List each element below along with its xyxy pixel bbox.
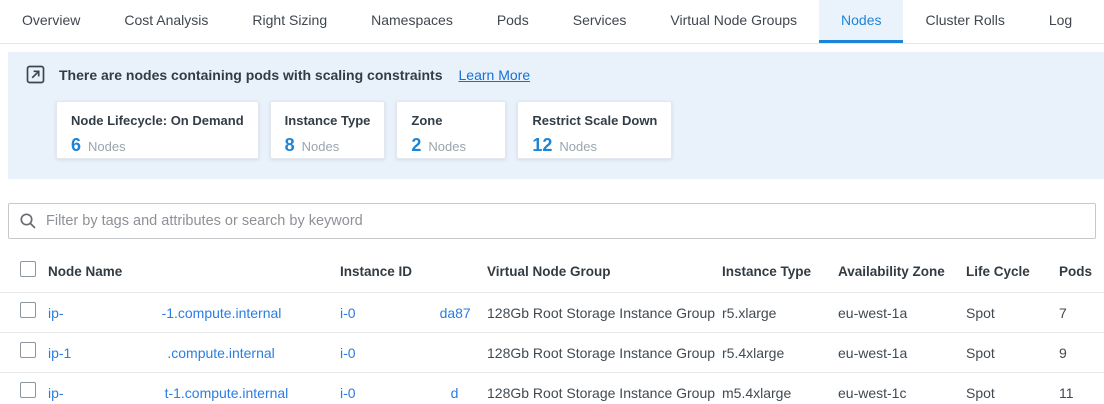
row-checkbox-cell	[0, 342, 48, 363]
cell-pods: 9	[1059, 345, 1104, 361]
cell-pods: 7	[1059, 305, 1104, 321]
node-name-fragment: ip-	[48, 385, 64, 401]
select-all-checkbox[interactable]	[20, 261, 36, 277]
banner-message-row: There are nodes containing pods with sca…	[24, 65, 1088, 84]
cell-instance-type: r5.xlarge	[722, 305, 838, 321]
redacted-text	[356, 386, 451, 400]
card-count: 12	[532, 135, 552, 156]
table-header-row: Node Name Instance ID Virtual Node Group…	[0, 251, 1104, 293]
node-name-fragment: .compute.internal	[167, 345, 274, 361]
row-checkbox-cell	[0, 382, 48, 403]
row-checkbox-cell	[0, 302, 48, 323]
instance-id-fragment: i-0	[340, 305, 356, 321]
scaling-constraints-banner: There are nodes containing pods with sca…	[8, 52, 1104, 179]
cell-instance-type: r5.4xlarge	[722, 345, 838, 361]
node-name-fragment: t-1.compute.internal	[165, 385, 289, 401]
cell-availability-zone: eu-west-1a	[838, 345, 966, 361]
column-header-instance-id[interactable]: Instance ID	[340, 264, 487, 279]
search-input[interactable]	[46, 213, 1085, 229]
filter-search-box	[8, 203, 1096, 239]
card-unit: Nodes	[428, 139, 466, 154]
redacted-text	[356, 346, 446, 360]
instance-id-fragment: i-0	[340, 385, 356, 401]
card-count: 6	[71, 135, 81, 156]
tab-services[interactable]: Services	[551, 0, 649, 43]
header-checkbox-cell	[0, 261, 48, 282]
cell-availability-zone: eu-west-1a	[838, 305, 966, 321]
card-node-lifecycle-on-demand[interactable]: Node Lifecycle: On Demand 6 Nodes	[56, 101, 259, 159]
column-header-virtual-node-group[interactable]: Virtual Node Group	[487, 264, 722, 279]
instance-id-fragment: da87	[440, 305, 471, 321]
instance-id-link[interactable]: i-0	[340, 345, 487, 361]
nodes-table: Node Name Instance ID Virtual Node Group…	[0, 251, 1104, 404]
tab-virtual-node-groups[interactable]: Virtual Node Groups	[648, 0, 819, 43]
card-title: Restrict Scale Down	[532, 113, 657, 128]
tab-nodes[interactable]: Nodes	[819, 0, 903, 43]
card-value: 8 Nodes	[285, 135, 371, 156]
card-value: 2 Nodes	[411, 135, 491, 156]
instance-id-link[interactable]: i-0 da87	[340, 305, 487, 321]
cell-life-cycle: Spot	[966, 345, 1059, 361]
cell-virtual-node-group: 128Gb Root Storage Instance Group	[487, 305, 722, 321]
tab-namespaces[interactable]: Namespaces	[349, 0, 475, 43]
cell-virtual-node-group: 128Gb Root Storage Instance Group	[487, 345, 722, 361]
card-title: Zone	[411, 113, 491, 128]
tab-overview[interactable]: Overview	[0, 0, 102, 43]
tab-bar: Overview Cost Analysis Right Sizing Name…	[0, 0, 1104, 44]
redacted-text	[71, 346, 167, 360]
column-header-availability-zone[interactable]: Availability Zone	[838, 264, 966, 279]
scale-out-icon	[26, 65, 45, 84]
card-unit: Nodes	[559, 139, 597, 154]
tab-log[interactable]: Log	[1027, 0, 1094, 43]
row-checkbox[interactable]	[20, 342, 36, 358]
tab-cost-analysis[interactable]: Cost Analysis	[102, 0, 230, 43]
node-name-fragment: -1.compute.internal	[162, 305, 282, 321]
instance-id-fragment: d	[451, 385, 459, 401]
cell-virtual-node-group: 128Gb Root Storage Instance Group	[487, 385, 722, 401]
table-row: ip-t-1.compute.internal i-0 d 128Gb Root …	[0, 373, 1104, 404]
cell-instance-type: m5.4xlarge	[722, 385, 838, 401]
card-restrict-scale-down[interactable]: Restrict Scale Down 12 Nodes	[517, 101, 672, 159]
node-name-link[interactable]: ip- -1.compute.internal	[48, 305, 340, 321]
banner-message: There are nodes containing pods with sca…	[59, 67, 443, 83]
card-unit: Nodes	[302, 139, 340, 154]
card-count: 8	[285, 135, 295, 156]
redacted-text	[64, 306, 162, 320]
redacted-text	[356, 306, 440, 320]
card-zone[interactable]: Zone 2 Nodes	[396, 101, 506, 159]
table-row: ip-1 .compute.internal i-0 128Gb Root Sto…	[0, 333, 1104, 373]
redacted-text	[64, 386, 165, 400]
cell-availability-zone: eu-west-1c	[838, 385, 966, 401]
column-header-life-cycle[interactable]: Life Cycle	[966, 264, 1059, 279]
card-value: 6 Nodes	[71, 135, 244, 156]
cell-pods: 11	[1059, 385, 1104, 401]
tab-pods[interactable]: Pods	[475, 0, 551, 43]
column-header-pods[interactable]: Pods	[1059, 264, 1104, 279]
table-row: ip- -1.compute.internal i-0 da87 128Gb Roo…	[0, 293, 1104, 333]
cell-life-cycle: Spot	[966, 305, 1059, 321]
node-name-link[interactable]: ip-t-1.compute.internal	[48, 385, 340, 401]
node-name-fragment: ip-	[48, 305, 64, 321]
node-name-link[interactable]: ip-1 .compute.internal	[48, 345, 340, 361]
row-checkbox[interactable]	[20, 302, 36, 318]
card-unit: Nodes	[88, 139, 126, 154]
tab-cluster-rolls[interactable]: Cluster Rolls	[903, 0, 1026, 43]
instance-id-link[interactable]: i-0 d	[340, 385, 487, 401]
constraint-summary-cards: Node Lifecycle: On Demand 6 Nodes Instan…	[56, 101, 1088, 159]
card-value: 12 Nodes	[532, 135, 657, 156]
search-icon	[19, 212, 37, 230]
instance-id-fragment: i-0	[340, 345, 356, 361]
tab-right-sizing[interactable]: Right Sizing	[230, 0, 349, 43]
row-checkbox[interactable]	[20, 382, 36, 398]
column-header-node-name[interactable]: Node Name	[48, 264, 340, 279]
card-title: Instance Type	[285, 113, 371, 128]
column-header-instance-type[interactable]: Instance Type	[722, 264, 838, 279]
node-name-fragment: ip-1	[48, 345, 71, 361]
card-instance-type[interactable]: Instance Type 8 Nodes	[270, 101, 386, 159]
cell-life-cycle: Spot	[966, 385, 1059, 401]
card-title: Node Lifecycle: On Demand	[71, 113, 244, 128]
card-count: 2	[411, 135, 421, 156]
learn-more-link[interactable]: Learn More	[459, 67, 531, 83]
